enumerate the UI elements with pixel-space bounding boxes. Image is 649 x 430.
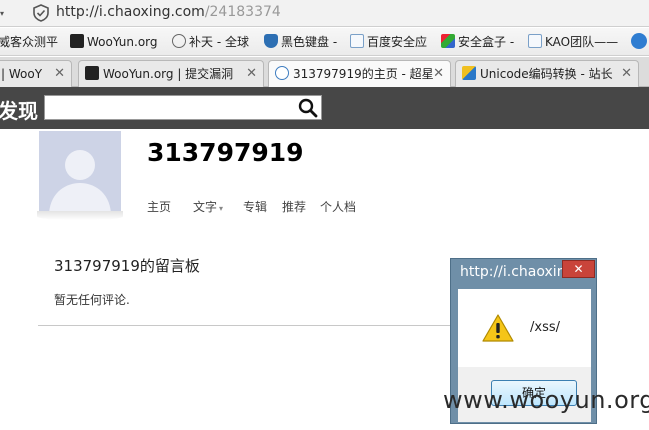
nav-personal-file[interactable]: 个人档 [320,198,356,215]
page-icon [350,34,364,48]
dialog-title[interactable]: http://i.chaoxing.com [460,264,565,280]
shield-icon [264,34,278,48]
tab[interactable]: | WooY ✕ [0,60,72,87]
site-logo[interactable]: 发现 [0,95,38,124]
nav-recommend[interactable]: 推荐 [282,198,306,215]
dialog-message: /xss/ [530,320,560,335]
close-icon[interactable]: ✕ [246,61,257,87]
site-header: 发现 [0,87,649,129]
watermark: www.wooyun.org [443,386,649,414]
search-icon[interactable] [296,97,320,118]
nav-text-label: 文字 [193,200,218,214]
tab-label: | WooY [1,67,43,81]
close-icon[interactable]: ✕ [621,61,632,87]
avatar-shadow [37,211,123,220]
nav-text[interactable]: 文字 ▾ [193,198,223,215]
tab-active[interactable]: 313797919的主页 - 超星 ✕ [268,60,451,88]
nav-album[interactable]: 专辑 [243,198,267,215]
profile-username: 313797919 [147,138,304,167]
tab-label: Unicode编码转换 - 站长 [480,67,613,81]
close-button[interactable]: ✕ [562,260,595,278]
tab[interactable]: Unicode编码转换 - 站长 ✕ [455,60,639,87]
feather-icon [441,34,455,48]
warning-icon [482,314,514,342]
bookmark-item[interactable]: 威客众测平 [0,34,58,50]
page-icon [528,34,542,48]
bookmark-label: WooYun.org [87,35,158,49]
bookmark-label: KAO团队—— [545,35,619,49]
close-icon[interactable]: ✕ [54,61,65,87]
bookmark-label: 补天 - 全球 [189,35,249,49]
tab-label: WooYun.org | 提交漏洞 [103,67,234,81]
divider [38,325,453,326]
unicode-tool-icon [462,66,476,80]
wooyun-icon [70,34,84,48]
search-box [44,95,322,120]
message-board-title: 313797919的留言板 [54,257,200,275]
bookmark-item[interactable]: 百度安全应 [350,34,427,50]
bookmark-item[interactable]: 补天 - 全球 [172,34,249,50]
empty-comments-text: 暂无任何评论. [54,293,130,307]
address-bar[interactable]: ▾ http://i.chaoxing.com/24183374 [0,0,649,27]
bookmark-item[interactable]: KAO团队—— [528,34,618,50]
bookmark-item[interactable]: WooYun.org [70,34,158,50]
bookmark-label: 威客众测平 [0,35,59,49]
caret-down-icon: ▾ [219,204,224,213]
bookmarks-bar: 威客众测平 WooYun.org 补天 - 全球 黑色键盘 - 百度安全应 安全… [0,28,649,56]
chevron-down-icon[interactable]: ▾ [0,9,4,18]
close-icon[interactable]: ✕ [433,61,444,87]
butian-icon [172,34,186,48]
info-icon [275,66,289,80]
nav-home[interactable]: 主页 [147,198,171,215]
search-input[interactable] [45,96,295,119]
url-text[interactable]: http://i.chaoxing.com/24183374 [56,4,281,20]
bookmark-label: 黑色键盘 - [281,35,338,49]
default-user-icon [49,150,111,213]
tab[interactable]: WooYun.org | 提交漏洞 ✕ [78,60,264,87]
bookmark-item[interactable]: 安全盒子 - [441,34,514,50]
tab-label: 313797919的主页 - 超星 [293,67,434,81]
secure-shield-icon [33,4,49,22]
tab-strip: | WooY ✕ WooYun.org | 提交漏洞 ✕ 313797919的主… [0,57,649,88]
wooyun-icon [85,66,99,80]
url-host: i.chaoxing.com [98,4,205,20]
bookmark-label: 安全盒子 - [458,35,515,49]
url-path: /24183374 [204,4,281,20]
dialog-message-area: /xss/ [458,289,591,367]
avatar[interactable] [39,131,121,213]
bookmark-item[interactable]: 黑色键盘 - [264,34,337,50]
bookmark-label: 百度安全应 [367,35,428,49]
url-prefix: http:// [56,4,99,20]
extension-icon[interactable] [631,33,647,49]
